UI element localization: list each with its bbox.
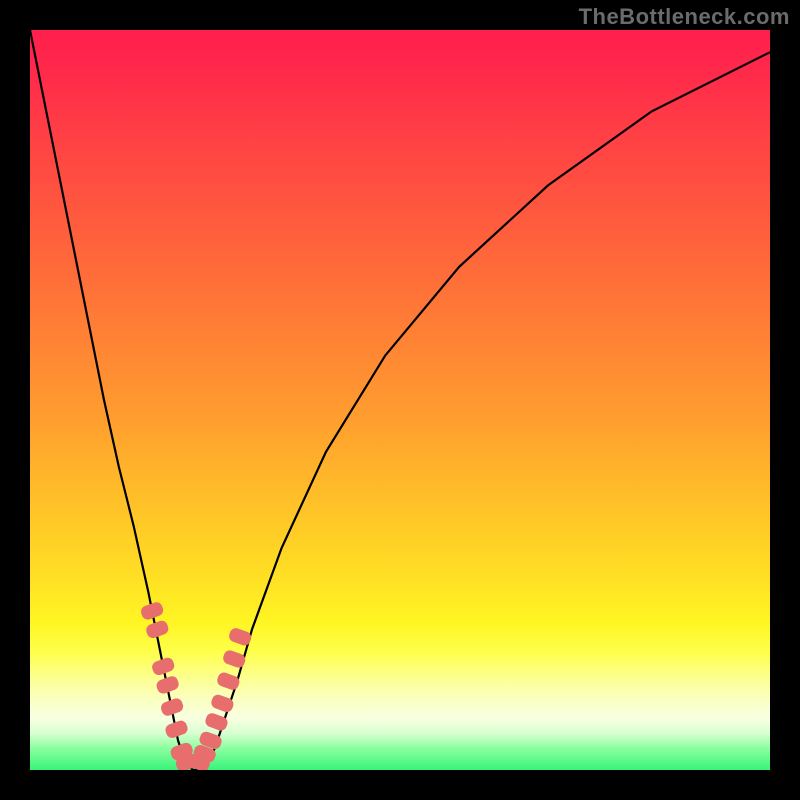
highlight-marker [164,719,189,740]
highlight-marker [216,671,241,692]
bottleneck-curve [30,30,770,770]
highlight-marker [159,697,184,718]
highlight-marker [139,601,164,622]
curve-path [30,30,770,770]
curve-layer [30,30,770,770]
highlight-marker [222,649,247,670]
highlight-marker [145,619,170,640]
watermark-text: TheBottleneck.com [579,4,790,30]
highlight-markers-right [186,626,253,770]
highlight-markers-left [139,601,199,770]
plot-area [30,30,770,770]
chart-frame: TheBottleneck.com [0,0,800,800]
highlight-marker [155,675,180,696]
highlight-marker [227,626,252,647]
highlight-marker [150,656,175,677]
